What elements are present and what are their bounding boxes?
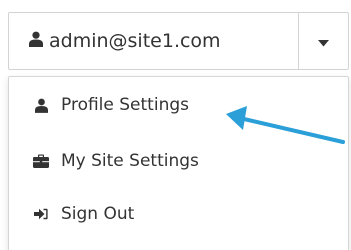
- menu-item-profile-settings[interactable]: Profile Settings: [33, 87, 189, 123]
- caret-down-icon: [318, 32, 329, 51]
- screenshot-stage: admin@site1.com Profile Settings My Site…: [0, 0, 351, 250]
- account-dropdown-menu: Profile Settings My Site Settings Sign O…: [8, 76, 349, 250]
- user-icon: [33, 98, 49, 113]
- user-icon: [29, 30, 43, 52]
- menu-item-sign-out[interactable]: Sign Out: [33, 196, 134, 232]
- account-button[interactable]: admin@site1.com: [9, 13, 298, 69]
- menu-item-my-site-settings[interactable]: My Site Settings: [33, 143, 199, 179]
- account-dropdown-toggle[interactable]: [299, 13, 348, 69]
- sign-out-icon: [33, 208, 49, 220]
- menu-item-label: Profile Settings: [61, 95, 189, 115]
- account-split-button: admin@site1.com: [8, 12, 349, 70]
- briefcase-icon: [33, 154, 49, 168]
- menu-item-label: Sign Out: [61, 204, 135, 224]
- account-email: admin@site1.com: [49, 30, 221, 52]
- menu-item-label: My Site Settings: [61, 151, 199, 171]
